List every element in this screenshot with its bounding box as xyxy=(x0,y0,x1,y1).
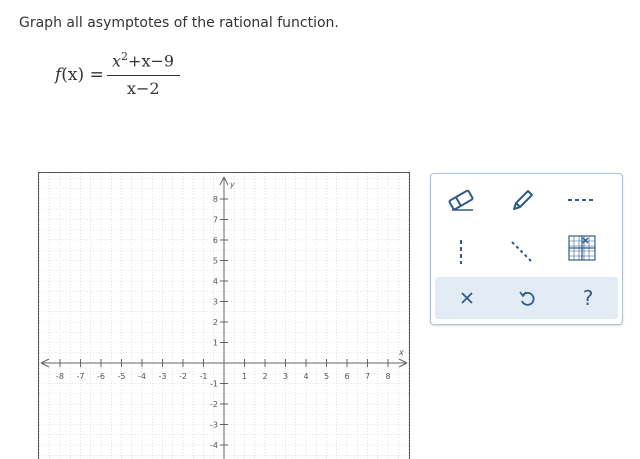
x-tick-label: -3 xyxy=(159,372,167,381)
vertical-dashed-line-icon xyxy=(460,240,462,264)
pencil-button[interactable] xyxy=(502,182,542,218)
x-tick-label: 6 xyxy=(344,372,349,381)
x-tick-label: 3 xyxy=(283,372,288,381)
x-tick-label: 5 xyxy=(324,372,329,381)
grid-button[interactable] xyxy=(562,230,602,266)
x-tick-label: -8 xyxy=(56,372,64,381)
y-tick-label: 1 xyxy=(213,339,218,348)
undo-icon xyxy=(519,291,535,306)
horizontal-asymptote-button[interactable] xyxy=(562,182,602,218)
question-prompt: Graph all asymptotes of the rational fun… xyxy=(19,15,339,31)
y-tick-label: 4 xyxy=(213,277,218,286)
grid-icon xyxy=(568,235,596,261)
function-denominator: x−2 xyxy=(127,79,160,98)
rational-function-formula: f(x) = x2+x−9 x−2 xyxy=(55,49,195,105)
y-tick-label: 5 xyxy=(213,257,218,266)
y-tick-label: -2 xyxy=(210,400,218,409)
function-numerator: x2+x−9 xyxy=(112,50,174,70)
y-tick-label: 3 xyxy=(213,298,218,307)
numerator-base: x xyxy=(112,51,122,71)
y-tick-label: -1 xyxy=(210,380,218,389)
graph-area[interactable]: x y -8 -7 -6 -5 -4 -3 -2 -1 1 2 3 4 5 6 7 8 8 7 6 5 4 3 2 1 -1 -2 -3… xyxy=(38,172,410,459)
help-button[interactable]: ? xyxy=(568,280,608,316)
slant-asymptote-button[interactable] xyxy=(502,234,542,270)
x-tick-label: 2 xyxy=(262,372,267,381)
help-icon: ? xyxy=(582,286,594,310)
x-tick-label: -1 xyxy=(200,372,208,381)
y-tick-label: -3 xyxy=(210,421,218,430)
function-lhs: f(x) = xyxy=(55,65,104,85)
clear-icon xyxy=(461,292,473,304)
fraction-bar xyxy=(107,75,180,76)
slant-dashed-line-icon xyxy=(511,241,533,263)
numerator-exponent: 2 xyxy=(121,50,129,63)
horizontal-dashed-line-icon xyxy=(568,199,596,201)
y-axis-label: y xyxy=(229,180,235,189)
y-tick-label: 6 xyxy=(213,236,218,245)
numerator-rest: +x−9 xyxy=(128,51,175,71)
y-tick-label: -4 xyxy=(210,441,218,450)
y-tick-label: 7 xyxy=(213,216,218,225)
x-tick-label: 1 xyxy=(242,372,247,381)
equals-sign: = xyxy=(89,65,104,85)
eraser-button[interactable] xyxy=(441,182,481,218)
x-tick-label: -7 xyxy=(77,372,85,381)
function-arg: (x) xyxy=(61,65,85,85)
y-tick-label: 8 xyxy=(213,195,218,204)
vertical-asymptote-button[interactable] xyxy=(441,234,481,270)
x-tick-label: -4 xyxy=(138,372,146,381)
coordinate-plane[interactable]: x y -8 -7 -6 -5 -4 -3 -2 -1 1 2 3 4 5 6 7 8 8 7 6 5 4 3 2 1 -1 -2 -3… xyxy=(39,173,409,459)
x-tick-label: -5 xyxy=(118,372,126,381)
pencil-icon xyxy=(513,190,533,210)
x-tick-label: 8 xyxy=(385,372,390,381)
action-bar: ? xyxy=(435,277,618,319)
x-axis-label: x xyxy=(398,348,404,357)
y-tick-label: 2 xyxy=(213,318,218,327)
clear-button[interactable] xyxy=(447,280,487,316)
x-tick-label: -2 xyxy=(179,372,187,381)
undo-button[interactable] xyxy=(507,280,547,316)
eraser-icon xyxy=(448,189,474,211)
x-tick-label: 7 xyxy=(365,372,370,381)
tool-palette: ? xyxy=(430,173,623,325)
x-tick-label: -6 xyxy=(97,372,105,381)
x-tick-label: 4 xyxy=(303,372,308,381)
